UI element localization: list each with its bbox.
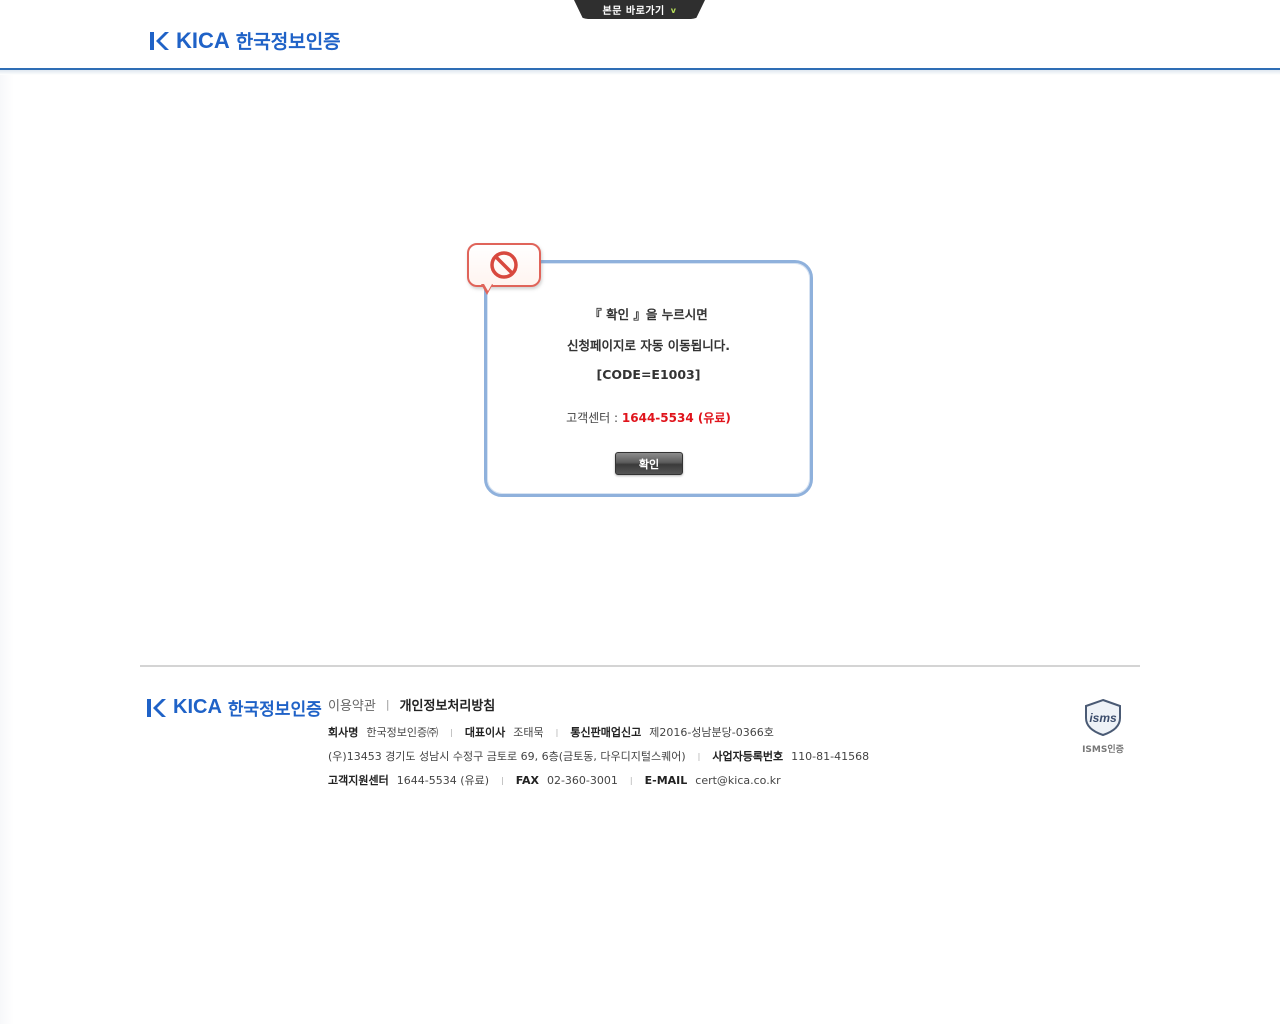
warning-bubble (467, 243, 541, 287)
footer-contact-row: 고객지원센터 1644-5534 (유료) | FAX 02-360-3001 … (328, 772, 781, 788)
isms-badge-text: isms (1089, 711, 1117, 725)
isms-certification-badge: isms ISMS인증 (1080, 698, 1126, 755)
ecommerce-label: 통신판매업신고 (570, 726, 642, 739)
footer-address-row: (우)13453 경기도 성남시 수정구 금토로 69, 6층(금토동, 다우디… (328, 748, 869, 764)
privacy-policy-link[interactable]: 개인정보처리방침 (400, 695, 496, 714)
isms-shield-icon: isms (1085, 698, 1121, 737)
address-value: (우)13453 경기도 성남시 수정구 금토로 69, 6층(금토동, 다우디… (328, 750, 686, 763)
dialog-message-line2: 신청페이지로 자동 이동됩니다. (567, 338, 730, 353)
footer-separator: | (629, 775, 633, 785)
company-value: 한국정보인증㈜ (366, 726, 439, 739)
fax-value: 02-360-3001 (546, 773, 618, 787)
kica-k-mark-icon (147, 698, 166, 717)
bubble-tail-inner (484, 284, 492, 291)
footer-separator: | (501, 775, 504, 785)
footer-logo: KICA 한국정보인증 (145, 695, 322, 720)
footer-company-row: 회사명 한국정보인증㈜ | 대표이사 조태묵 | 통신판매업신고 제2016-성… (328, 724, 774, 740)
terms-link[interactable]: 이용약관 (328, 695, 376, 714)
header-shadow (0, 70, 1280, 75)
footer-logo-korean: 한국정보인증 (227, 700, 322, 720)
footer-divider (140, 665, 1140, 667)
header-logo-korean: 한국정보인증 (235, 31, 341, 53)
footer-separator: | (697, 751, 701, 761)
ceo-label: 대표이사 (464, 726, 506, 739)
company-label: 회사명 (328, 726, 359, 739)
skip-to-content-label: 본문 바로가기 (602, 6, 665, 17)
no-entry-icon (490, 251, 518, 279)
dialog-support-label: 고객센터 : (566, 411, 622, 425)
dialog-error-code: [CODE=E1003] (596, 367, 701, 382)
ceo-value: 조태묵 (513, 726, 544, 739)
footer-logo-latin: KICA (173, 696, 222, 718)
dialog-message-line1: 『 확인 』을 누르시면 (589, 307, 708, 322)
header-logo-latin: KICA (176, 27, 230, 53)
kica-k-mark-icon (150, 31, 169, 50)
header-logo[interactable]: KICA 한국정보인증 (148, 27, 341, 54)
skip-to-content-link[interactable]: 본문 바로가기 v (574, 0, 705, 19)
email-value[interactable]: cert@kica.co.kr (695, 774, 780, 787)
email-label: E-MAIL (644, 773, 688, 787)
link-separator: | (385, 698, 390, 711)
footer-separator: | (555, 727, 559, 737)
support-center-label: 고객지원센터 (328, 774, 389, 787)
footer-links: 이용약관 | 개인정보처리방침 (328, 695, 495, 714)
isms-caption: ISMS인증 (1082, 745, 1124, 755)
dialog-support-info: 고객센터 : 1644-5534 (유료) (484, 409, 813, 426)
ecommerce-value: 제2016-성남분당-0366호 (649, 726, 774, 739)
bizno-label: 사업자등록번호 (712, 750, 784, 763)
footer-separator: | (450, 727, 453, 737)
dialog-support-phone: 1644-5534 (유료) (621, 411, 731, 425)
left-edge-shade (0, 75, 14, 1024)
confirm-button[interactable]: 확인 (615, 452, 683, 475)
support-center-value: 1644-5534 (유료) (396, 774, 490, 787)
chevron-down-icon: v (670, 6, 677, 15)
fax-label: FAX (515, 773, 539, 787)
bizno-value: 110-81-41568 (791, 749, 870, 763)
page-root: KICA 한국정보인증 본문 바로가기 v 『 확인 』을 누르시면 신청페이지… (0, 0, 1280, 1024)
